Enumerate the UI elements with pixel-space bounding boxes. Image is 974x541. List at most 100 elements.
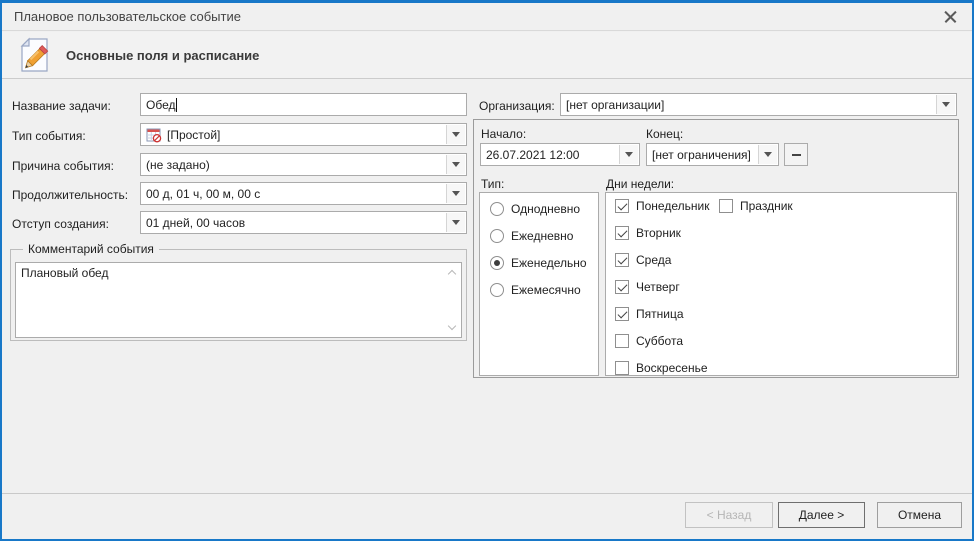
chevron-down-icon xyxy=(452,191,460,196)
radio-label: Ежемесячно xyxy=(511,283,581,297)
next-button[interactable]: Далее > xyxy=(778,502,865,528)
recurrence-type-label: Тип: xyxy=(481,177,504,191)
checkbox-sunday[interactable]: Воскресенье xyxy=(615,361,708,375)
checkbox-icon xyxy=(615,334,629,348)
event-type-dropdown-button[interactable] xyxy=(446,125,465,144)
radio-icon xyxy=(490,202,504,216)
text-cursor xyxy=(176,98,177,112)
radio-label: Однодневно xyxy=(511,202,580,216)
radio-icon xyxy=(490,229,504,243)
close-icon xyxy=(944,10,957,23)
close-button[interactable] xyxy=(934,4,966,29)
checkbox-label: Суббота xyxy=(636,334,683,348)
radio-monthly[interactable]: Ежемесячно xyxy=(490,283,581,297)
checkbox-icon xyxy=(615,307,629,321)
footer-bar: < Назад Далее > Отмена xyxy=(2,493,972,539)
organization-label: Организация: xyxy=(479,99,555,113)
task-name-input[interactable]: Обед xyxy=(140,93,467,116)
checkbox-holiday[interactable]: Праздник xyxy=(719,199,793,213)
checkbox-saturday[interactable]: Суббота xyxy=(615,334,683,348)
end-label: Конец: xyxy=(646,127,683,141)
scroll-up-icon[interactable] xyxy=(447,268,456,277)
end-date-combo[interactable]: [нет ограничения] xyxy=(646,143,779,166)
start-label: Начало: xyxy=(481,127,526,141)
wizard-header: Основные поля и расписание xyxy=(2,32,972,79)
checkbox-thursday[interactable]: Четверг xyxy=(615,280,680,294)
event-type-value: [Простой] xyxy=(167,128,220,142)
checkbox-icon xyxy=(615,226,629,240)
duration-combo[interactable]: 00 д, 01 ч, 00 м, 00 с xyxy=(140,182,467,205)
event-reason-dropdown-button[interactable] xyxy=(446,155,465,174)
chevron-down-icon xyxy=(452,162,460,167)
event-type-combo[interactable]: [Простой] xyxy=(140,123,467,146)
checkbox-icon xyxy=(615,199,629,213)
checkbox-friday[interactable]: Пятница xyxy=(615,307,684,321)
event-reason-label: Причина события: xyxy=(12,159,114,173)
comment-textarea[interactable]: Плановый обед xyxy=(15,262,462,338)
event-reason-value: (не задано) xyxy=(146,158,210,172)
checkbox-icon xyxy=(719,199,733,213)
scroll-down-icon[interactable] xyxy=(447,323,456,332)
chevron-down-icon xyxy=(625,152,633,157)
event-reason-combo[interactable]: (не задано) xyxy=(140,153,467,176)
radio-label: Еженедельно xyxy=(511,256,587,270)
checkbox-label: Вторник xyxy=(636,226,681,240)
checkbox-label: Четверг xyxy=(636,280,680,294)
checkbox-label: Пятница xyxy=(636,307,684,321)
comment-groupbox: Комментарий события Плановый обед xyxy=(10,249,467,341)
radio-icon xyxy=(490,283,504,297)
checkbox-monday[interactable]: Понедельник xyxy=(615,199,709,213)
duration-value: 00 д, 01 ч, 00 м, 00 с xyxy=(146,187,260,201)
dialog-window: Плановое пользовательское событие Основн… xyxy=(0,0,974,541)
weekdays-label: Дни недели: xyxy=(606,177,674,191)
task-name-label: Название задачи: xyxy=(12,99,111,113)
radio-icon xyxy=(490,256,504,270)
checkbox-icon xyxy=(615,253,629,267)
clear-end-date-button[interactable] xyxy=(784,143,808,166)
end-date-value: [нет ограничения] xyxy=(652,148,751,162)
start-date-combo[interactable]: 26.07.2021 12:00 xyxy=(480,143,640,166)
checkbox-wednesday[interactable]: Среда xyxy=(615,253,671,267)
organization-value: [нет организации] xyxy=(566,98,664,112)
checkbox-label: Понедельник xyxy=(636,199,709,213)
recurrence-options-box: Однодневно Ежедневно Еженедельно Ежемеся… xyxy=(479,192,599,376)
start-date-value: 26.07.2021 12:00 xyxy=(486,148,579,162)
page-title: Основные поля и расписание xyxy=(66,48,259,63)
checkbox-label: Среда xyxy=(636,253,671,267)
radio-daily-once[interactable]: Однодневно xyxy=(490,202,580,216)
checkbox-label: Воскресенье xyxy=(636,361,708,375)
start-date-dropdown-button[interactable] xyxy=(619,145,638,164)
chevron-down-icon xyxy=(452,220,460,225)
title-bar: Плановое пользовательское событие xyxy=(2,3,972,31)
radio-every-day[interactable]: Ежедневно xyxy=(490,229,573,243)
window-title: Плановое пользовательское событие xyxy=(14,9,241,24)
task-name-value: Обед xyxy=(146,98,175,112)
chevron-down-icon xyxy=(942,102,950,107)
event-type-label: Тип события: xyxy=(12,129,86,143)
creation-offset-value: 01 дней, 00 часов xyxy=(146,216,245,230)
checkbox-icon xyxy=(615,361,629,375)
comment-value: Плановый обед xyxy=(21,266,108,280)
radio-weekly[interactable]: Еженедельно xyxy=(490,256,587,270)
cancel-button[interactable]: Отмена xyxy=(877,502,962,528)
duration-label: Продолжительность: xyxy=(12,188,128,202)
creation-offset-dropdown-button[interactable] xyxy=(446,213,465,232)
minus-icon xyxy=(792,154,801,156)
checkbox-icon xyxy=(615,280,629,294)
weekdays-box: Понедельник Вторник Среда Четверг Пятниц… xyxy=(605,192,957,376)
calendar-event-icon xyxy=(146,127,162,143)
creation-offset-label: Отступ создания: xyxy=(12,217,109,231)
end-date-dropdown-button[interactable] xyxy=(758,145,777,164)
creation-offset-combo[interactable]: 01 дней, 00 часов xyxy=(140,211,467,234)
comment-group-label: Комментарий события xyxy=(23,242,159,256)
schedule-panel: Начало: 26.07.2021 12:00 Конец: [нет огр… xyxy=(473,119,959,378)
organization-combo[interactable]: [нет организации] xyxy=(560,93,957,116)
checkbox-label: Праздник xyxy=(740,199,793,213)
checkbox-tuesday[interactable]: Вторник xyxy=(615,226,681,240)
document-pencil-icon xyxy=(12,34,54,76)
chevron-down-icon xyxy=(764,152,772,157)
back-button[interactable]: < Назад xyxy=(685,502,773,528)
radio-label: Ежедневно xyxy=(511,229,573,243)
duration-dropdown-button[interactable] xyxy=(446,184,465,203)
organization-dropdown-button[interactable] xyxy=(936,95,955,114)
